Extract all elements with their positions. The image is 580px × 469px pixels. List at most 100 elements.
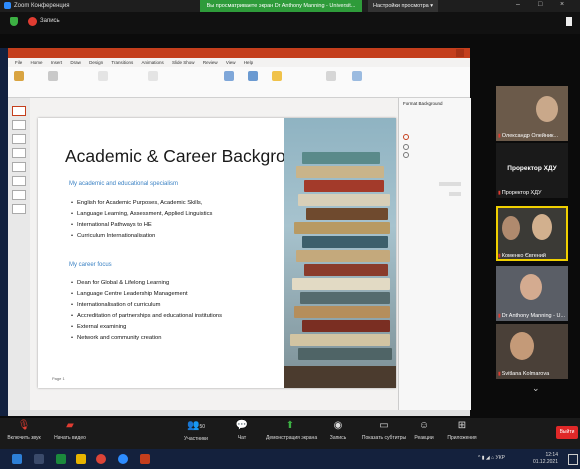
book: [292, 278, 390, 290]
find-icon[interactable]: [326, 71, 336, 81]
participants-label: Участники: [184, 436, 208, 442]
book: [298, 194, 390, 206]
ribbon-tabs: File Home Insert Draw Design Transitions…: [8, 58, 470, 67]
transparency-input[interactable]: [449, 192, 461, 196]
participant-tile[interactable]: Svitlana Kolmarova: [496, 324, 568, 379]
record-indicator-icon: [28, 17, 37, 26]
color-dropdown[interactable]: [439, 182, 461, 186]
quick-styles-icon[interactable]: [272, 71, 282, 81]
thumbnail[interactable]: [12, 190, 26, 200]
new-slide-icon[interactable]: [48, 71, 58, 81]
chat-icon: 💬: [235, 420, 249, 431]
view-settings-label: Настройки просмотра: [373, 3, 429, 9]
paragraph-icon[interactable]: [148, 71, 158, 81]
system-clock[interactable]: 12:14 01.12.2021: [533, 452, 558, 466]
background-strip: [0, 48, 8, 416]
unmute-label: Включить звук: [7, 435, 41, 441]
tab-help[interactable]: Help: [244, 60, 253, 65]
book: [296, 250, 390, 262]
participant-name: Проректор ХДУ: [498, 190, 542, 196]
participant-video: [502, 216, 520, 240]
view-settings-button[interactable]: Настройки просмотра ▾: [368, 0, 438, 12]
arrange-icon[interactable]: [248, 71, 258, 81]
participant-name: Олександр Олейник...: [498, 133, 558, 139]
leave-button[interactable]: Выйти: [556, 426, 578, 439]
mic-off-icon: 🎙: [17, 420, 31, 431]
share-screen-icon: ⬆: [285, 420, 295, 431]
recording-label: Запись: [40, 18, 60, 24]
fill-option-radio[interactable]: [403, 134, 409, 140]
thumbnail[interactable]: [12, 120, 26, 130]
tab-file[interactable]: File: [15, 60, 22, 65]
chevron-down-icon: ▾: [430, 3, 433, 9]
participant-name: Dr Anthony Manning - U...: [498, 313, 565, 319]
record-label: Запись: [329, 435, 347, 441]
app-icon[interactable]: [56, 454, 66, 464]
zoom-taskbar-icon[interactable]: [118, 454, 128, 464]
book: [304, 264, 388, 276]
thumbnail[interactable]: [12, 176, 26, 186]
chat-label: Чат: [237, 435, 247, 441]
powerpoint-icon[interactable]: [140, 454, 150, 464]
tab-view[interactable]: View: [226, 60, 236, 65]
book: [298, 348, 392, 360]
book: [302, 236, 388, 248]
participant-tile[interactable]: Dr Anthony Manning - U...: [496, 266, 568, 321]
close-icon[interactable]: ×: [560, 1, 564, 8]
tab-insert[interactable]: Insert: [51, 60, 62, 65]
book: [296, 166, 384, 178]
book: [294, 222, 390, 234]
ppt-share-button[interactable]: [456, 49, 464, 57]
chevron-down-icon[interactable]: ⌄: [532, 383, 540, 394]
book: [306, 208, 388, 220]
video-label: Начать видео: [54, 435, 86, 441]
thumbnail[interactable]: [12, 134, 26, 144]
notifications-icon[interactable]: [568, 454, 578, 465]
thumbnail[interactable]: [12, 106, 26, 116]
fill-option-radio[interactable]: [403, 152, 409, 158]
tab-draw[interactable]: Draw: [70, 60, 81, 65]
tab-design[interactable]: Design: [89, 60, 103, 65]
list-item: Curriculum Internationalisation: [71, 231, 212, 242]
participant-tile[interactable]: Олександр Олейник...: [496, 86, 568, 141]
shield-icon[interactable]: [10, 17, 18, 26]
language-indicator: УКР: [495, 455, 505, 461]
maximize-icon[interactable]: □: [538, 1, 542, 8]
thumbnail[interactable]: [12, 204, 26, 214]
thumbnail[interactable]: [12, 148, 26, 158]
apps-button[interactable]: ⊞ Приложения: [438, 420, 486, 441]
tab-animations[interactable]: Animations: [142, 60, 164, 65]
current-slide[interactable]: Academic & Career Background My academic…: [38, 118, 396, 388]
zoom-app-icon: [4, 2, 11, 9]
participant-tile[interactable]: Проректор ХДУ Проректор ХДУ: [496, 143, 568, 198]
chrome-icon[interactable]: [96, 454, 106, 464]
start-video-button[interactable]: ▰ Начать видео: [46, 420, 94, 441]
books-stack-image: [284, 118, 396, 388]
thumbnail[interactable]: [12, 162, 26, 172]
font-icon[interactable]: [98, 71, 108, 81]
minimize-icon[interactable]: –: [516, 1, 520, 8]
paste-icon[interactable]: [14, 71, 24, 81]
shapes-icon[interactable]: [224, 71, 234, 81]
search-icon[interactable]: [34, 454, 44, 464]
academic-list: English for Academic Purposes, Academic …: [71, 198, 212, 242]
system-tray[interactable]: ^ ▮ ◢ ⌂ УКР: [478, 455, 505, 461]
fill-option-radio[interactable]: [403, 144, 409, 150]
chat-button[interactable]: 💬 Чат: [218, 420, 266, 441]
view-mode-icon[interactable]: [566, 17, 572, 26]
windows-start-icon[interactable]: [12, 454, 22, 464]
folder-icon[interactable]: [76, 454, 86, 464]
windows-taskbar: ^ ▮ ◢ ⌂ УКР 12:14 01.12.2021: [0, 449, 580, 469]
unmute-button[interactable]: 🎙 Включить звук: [0, 420, 48, 441]
tab-review[interactable]: Review: [203, 60, 218, 65]
share-screen-button[interactable]: ⬆ Демонстрация экрана: [266, 420, 317, 441]
tab-slide-show[interactable]: Slide Show: [172, 60, 195, 65]
list-item: Internationalisation of curriculum: [71, 300, 222, 311]
tab-home[interactable]: Home: [31, 60, 43, 65]
participant-tile-active[interactable]: Коменко Євгений: [496, 206, 568, 261]
participants-button[interactable]: 👥50 Участники: [172, 420, 220, 442]
slide-number: Page 1: [52, 376, 65, 381]
designer-icon[interactable]: [352, 71, 362, 81]
tab-transitions[interactable]: Transitions: [111, 60, 133, 65]
record-button[interactable]: ◉ Запись: [314, 420, 362, 441]
